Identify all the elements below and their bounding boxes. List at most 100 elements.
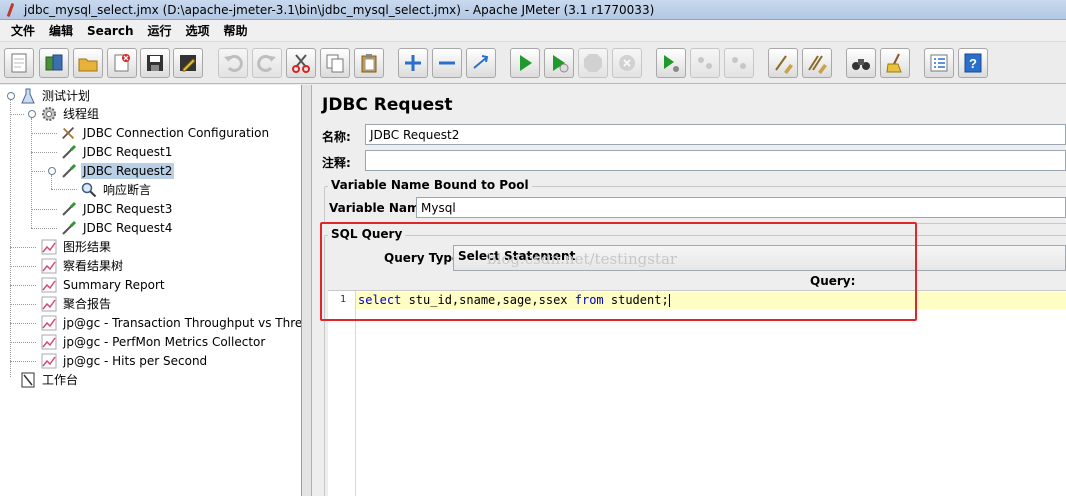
name-field[interactable]: JDBC Request2 [365, 124, 1066, 145]
reset-search-button[interactable] [880, 48, 910, 78]
tree-label: JDBC Connection Configuration [83, 125, 270, 140]
clear-all-button[interactable] [802, 48, 832, 78]
menu-edit[interactable]: 编辑 [42, 22, 80, 39]
clear-button[interactable] [768, 48, 798, 78]
tree-node-view-results-tree[interactable]: 察看结果树 [41, 256, 125, 275]
line-number-gutter: 1 [328, 291, 356, 496]
expand-icon [405, 55, 421, 71]
save-as-icon [180, 55, 196, 72]
remote-shutdown-button[interactable] [724, 48, 754, 78]
menu-options[interactable]: 选项 [179, 22, 217, 39]
toggle-button[interactable] [466, 48, 496, 78]
sql-query-editor[interactable]: 1 select stu_id,sname,sage,ssex from stu… [328, 290, 1066, 496]
tree-node-jdbc-request4[interactable]: JDBC Request4 [61, 218, 174, 237]
undo-button[interactable] [218, 48, 248, 78]
tree-label: JDBC Request2 [81, 162, 175, 179]
function-helper-button[interactable] [924, 48, 954, 78]
remote-start-button[interactable] [656, 48, 686, 78]
tree-node-aggregate-report[interactable]: 聚合报告 [41, 294, 113, 313]
collapse-all-button[interactable] [432, 48, 462, 78]
menu-search[interactable]: Search [80, 24, 140, 38]
tree-node-hits-per-second[interactable]: jp@gc - Hits per Second [41, 351, 209, 370]
copy-button[interactable] [320, 48, 350, 78]
watermark-text: blog.csdn.net/testingstar [487, 250, 678, 268]
redo-button[interactable] [252, 48, 282, 78]
workbench-icon [20, 372, 36, 388]
sampler-pipette-icon [61, 220, 77, 236]
tree-node-jdbc-request2[interactable]: JDBC Request2 [61, 161, 175, 180]
tree-node-jdbc-connection[interactable]: JDBC Connection Configuration [61, 123, 271, 142]
stop-button[interactable] [578, 48, 608, 78]
remote-stop-button[interactable] [690, 48, 720, 78]
menu-file[interactable]: 文件 [4, 22, 42, 39]
close-button[interactable] [107, 48, 137, 78]
tree-label: jp@gc - Hits per Second [63, 353, 208, 368]
templates-button[interactable] [39, 48, 69, 78]
tree-node-test-plan[interactable]: 测试计划 [20, 86, 92, 105]
start-button[interactable] [510, 48, 540, 78]
tree-node-jdbc-request1[interactable]: JDBC Request1 [61, 142, 174, 161]
tree-node-response-assertion[interactable]: 响应断言 [81, 180, 153, 199]
redo-icon [257, 55, 276, 72]
sampler-pipette-icon [61, 163, 77, 179]
tree-label: JDBC Request4 [83, 220, 173, 235]
tree-node-perfmon[interactable]: jp@gc - PerfMon Metrics Collector [41, 332, 267, 351]
help-button[interactable]: ? [958, 48, 988, 78]
copy-icon [326, 54, 344, 73]
shutdown-button[interactable] [612, 48, 642, 78]
open-button[interactable] [73, 48, 103, 78]
new-button[interactable] [4, 48, 34, 78]
menu-run[interactable]: 运行 [140, 22, 178, 39]
tree-node-workbench[interactable]: 工作台 [20, 370, 80, 389]
sql-keyword: from [574, 293, 604, 307]
start-no-pause-icon [553, 55, 569, 73]
tree-toggle-thread-group[interactable] [27, 109, 36, 118]
save-as-button[interactable] [173, 48, 203, 78]
jdbc-request-panel: JDBC Request 名称: JDBC Request2 注释: Varia… [313, 85, 1066, 496]
sql-text: student; [603, 293, 669, 307]
tree-toggle-jdbc-request2[interactable] [47, 166, 56, 175]
tree-label: JDBC Request1 [83, 144, 173, 159]
jmeter-feather-icon [4, 3, 18, 17]
pane-splitter[interactable] [302, 85, 312, 496]
sql-code-line: select stu_id,sname,sage,ssex from stude… [358, 293, 670, 307]
config-tools-icon [61, 125, 77, 141]
cut-button[interactable] [286, 48, 316, 78]
open-folder-icon [78, 58, 98, 72]
menu-help[interactable]: 帮助 [217, 22, 255, 39]
comment-label: 注释: [322, 156, 351, 170]
stop-icon [584, 54, 602, 72]
tree-node-transaction-throughput[interactable]: jp@gc - Transaction Throughput vs Thread [41, 313, 301, 332]
start-icon [520, 55, 532, 71]
cut-icon [292, 54, 310, 73]
paste-button[interactable] [354, 48, 384, 78]
save-icon [147, 55, 163, 71]
listener-chart-icon [41, 258, 57, 274]
tree-toggle-test-plan[interactable] [6, 91, 15, 100]
tree-node-thread-group[interactable]: 线程组 [41, 104, 101, 123]
tree-label: 聚合报告 [63, 297, 112, 311]
tree-label: 响应断言 [103, 183, 152, 197]
sql-keyword: select [358, 293, 402, 307]
sampler-pipette-icon [61, 201, 77, 217]
expand-all-button[interactable] [398, 48, 428, 78]
svg-text:?: ? [969, 56, 977, 71]
toolbar: ? [0, 42, 1066, 84]
tree-node-summary-report[interactable]: Summary Report [41, 275, 167, 294]
tree-label: JDBC Request3 [83, 201, 173, 216]
name-label: 名称: [322, 130, 351, 144]
tree-node-jdbc-request3[interactable]: JDBC Request3 [61, 199, 174, 218]
paste-icon [361, 54, 377, 73]
listener-chart-icon [41, 239, 57, 255]
save-button[interactable] [140, 48, 170, 78]
pool-variable-field[interactable]: Mysql [416, 197, 1066, 218]
tree-node-graph-results[interactable]: 图形结果 [41, 237, 113, 256]
start-no-pauses-button[interactable] [544, 48, 574, 78]
comment-field[interactable] [365, 150, 1066, 171]
listener-chart-icon [41, 334, 57, 350]
panel-title: JDBC Request [322, 95, 453, 115]
help-icon: ? [964, 53, 982, 73]
tree-label: Summary Report [63, 277, 165, 292]
clear-icon [775, 55, 793, 74]
search-button[interactable] [846, 48, 876, 78]
